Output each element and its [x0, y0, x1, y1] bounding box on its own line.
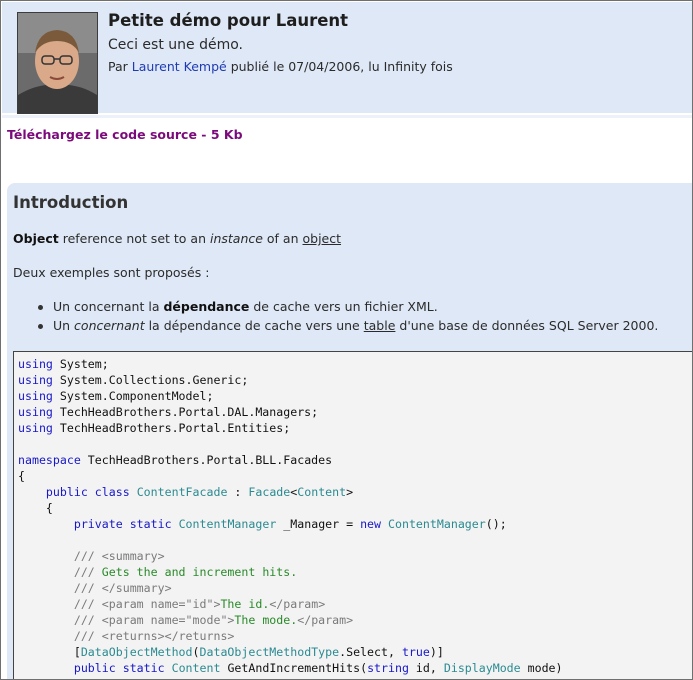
bullet1-text2: de cache vers un fichier XML. [249, 299, 438, 314]
code-line: public class ContentFacade : Facade<Cont… [45, 485, 354, 499]
code-line: { [18, 501, 53, 515]
code-block: using System; using System.Collections.Ge… [13, 351, 692, 679]
bullet2-text2: la dépendance de cache vers une [144, 318, 364, 333]
bullet1-text1: Un concernant la [53, 299, 164, 314]
code-line: [DataObjectMethod(DataObjectMethodType.S… [18, 645, 444, 659]
table-link[interactable]: table [364, 318, 396, 333]
code-line: using System.Collections.Generic; [18, 373, 249, 387]
code-line: /// </summary> [73, 581, 172, 595]
code-line: namespace TechHeadBrothers.Portal.BLL.Fa… [18, 453, 333, 467]
code-line: using TechHeadBrothers.Portal.DAL.Manage… [18, 405, 319, 419]
page-frame: Petite démo pour Laurent Ceci est une dé… [0, 0, 693, 680]
code-line: /// <param name="mode">The mode.</param> [73, 613, 354, 627]
para1-text2: of an [262, 231, 303, 246]
code-line: /// <param name="id">The id.</param> [73, 597, 326, 611]
download-source-link[interactable]: Téléchargez le code source - 5 Kb [7, 127, 243, 142]
meta-suffix: publié le 07/04/2006, lu Infinity fois [226, 59, 453, 74]
code-line: using System; [18, 357, 109, 371]
code-line: /// Gets the and increment hits. [73, 565, 298, 579]
meta-prefix: Par [108, 59, 132, 74]
author-avatar [17, 12, 98, 114]
para1-text1: reference not set to an [58, 231, 210, 246]
code-line: public static Content GetAndIncrementHit… [73, 661, 563, 675]
para1-italic: instance [209, 231, 263, 246]
section-heading: Introduction [13, 193, 129, 212]
examples-paragraph: Deux exemples sont proposés : [13, 265, 210, 280]
header-divider [2, 115, 692, 118]
object-link[interactable]: object [303, 231, 342, 246]
article-meta: Par Laurent Kempé publié le 07/04/2006, … [108, 59, 453, 74]
code-line: /// <returns></returns> [73, 629, 235, 643]
list-item: Un concernant la dépendance de cache ver… [35, 299, 658, 318]
list-item: Un concernant la dépendance de cache ver… [35, 318, 658, 337]
bullet2-italic: concernant [74, 318, 145, 333]
code-line: /// <summary> [73, 549, 165, 563]
intro-paragraph: Object reference not set to an instance … [13, 231, 341, 246]
examples-list: Un concernant la dépendance de cache ver… [35, 299, 658, 337]
code-line: using TechHeadBrothers.Portal.Entities; [18, 421, 291, 435]
article-header: Petite démo pour Laurent Ceci est une dé… [2, 2, 692, 114]
para1-bold: Object [13, 231, 59, 246]
author-link[interactable]: Laurent Kempé [132, 59, 227, 74]
article-title: Petite démo pour Laurent [108, 11, 349, 30]
bullet2-text1: Un [53, 318, 75, 333]
bullet2-text3: d'une base de données SQL Server 2000. [395, 318, 659, 333]
article-body: Introduction Object reference not set to… [7, 183, 692, 679]
code-line: { [18, 469, 25, 483]
bullet1-bold: dépendance [163, 299, 250, 314]
code-listing: using System; using System.Collections.Ge… [14, 352, 692, 676]
code-line: private static ContentManager _Manager =… [73, 517, 507, 531]
code-line: using System.ComponentModel; [18, 389, 214, 403]
article-subtitle: Ceci est une démo. [108, 37, 243, 53]
